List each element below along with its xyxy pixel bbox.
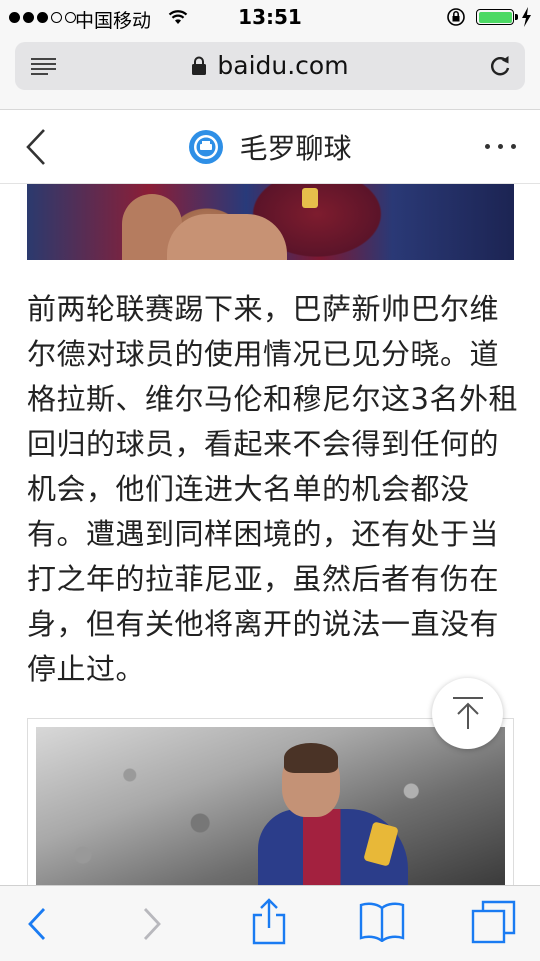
status-bar: 中国移动 13:51 (0, 0, 540, 36)
browser-toolbar (0, 885, 540, 961)
url-text: baidu.com (217, 51, 349, 80)
page-header: 毛罗聊球 (0, 110, 540, 184)
article-photo-top (27, 184, 514, 260)
forward-icon[interactable] (140, 904, 164, 948)
arrow-up-icon (453, 697, 483, 729)
address-bar[interactable]: baidu.com (15, 42, 525, 90)
tabs-icon[interactable] (471, 900, 517, 948)
share-icon[interactable] (251, 898, 287, 950)
browser-address-area: baidu.com (0, 36, 540, 110)
bookmarks-icon[interactable] (359, 900, 405, 946)
article-photo-bottom (27, 718, 514, 888)
lock-icon (191, 53, 207, 82)
rotation-lock-icon (446, 7, 466, 32)
page-title: 毛罗聊球 (239, 132, 352, 165)
battery-icon (476, 9, 518, 25)
back-icon[interactable] (25, 904, 49, 948)
charging-bolt-icon (521, 7, 532, 32)
reload-icon[interactable] (487, 53, 513, 83)
article-paragraph: 前两轮联赛踢下来，巴萨新帅巴尔维尔德对球员的使用情况已见分晓。道格拉斯、维尔马伦… (27, 292, 518, 686)
scroll-to-top-button[interactable] (432, 678, 503, 749)
brand-logo (188, 129, 224, 165)
more-dots-icon[interactable] (485, 144, 516, 149)
